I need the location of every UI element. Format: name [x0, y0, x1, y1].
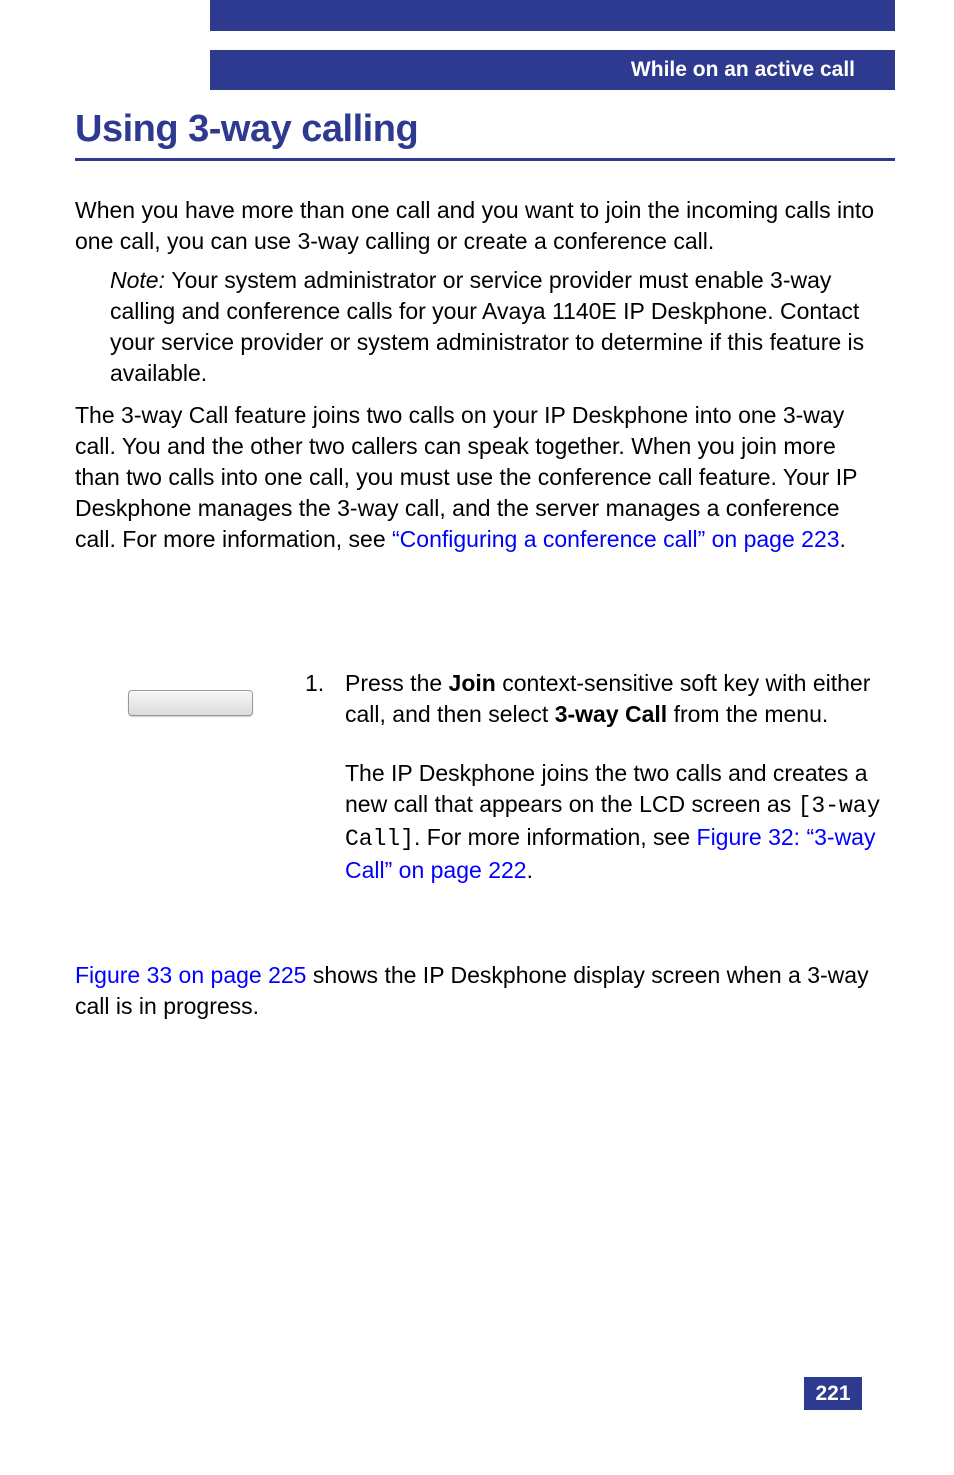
step1-line1: Press the Join context-sensitive soft ke… [345, 668, 895, 730]
intro-paragraph: When you have more than one call and you… [75, 195, 885, 257]
step1-post: from the menu. [667, 701, 828, 727]
step1b-post: . [527, 857, 533, 883]
note-body: Your system administrator or service pro… [110, 267, 864, 386]
page-heading: Using 3-way calling [75, 108, 895, 157]
step-body: Press the Join context-sensitive soft ke… [345, 668, 895, 914]
feature-paragraph: The 3-way Call feature joins two calls o… [75, 400, 885, 555]
closing-paragraph: Figure 33 on page 225 shows the IP Deskp… [75, 960, 885, 1022]
configuring-conference-link[interactable]: “Configuring a conference call” on page … [392, 526, 840, 552]
step1-softkey-label: Join [449, 670, 496, 696]
figure33-link[interactable]: Figure 33 on page 225 [75, 962, 306, 988]
step1b-pre: The IP Deskphone joins the two calls and… [345, 760, 868, 817]
page-number-text: 221 [815, 1382, 850, 1406]
header-section-label: While on an active call [210, 50, 895, 90]
heading-underline [75, 158, 895, 161]
step1-line2: The IP Deskphone joins the two calls and… [345, 758, 895, 886]
step1-menu-option: 3-way Call [555, 701, 668, 727]
header-top-bar [210, 0, 895, 31]
join-softkey-button[interactable] [128, 690, 253, 716]
step-text-column: 1. Press the Join context-sensitive soft… [305, 668, 895, 914]
note-prefix: Note: [110, 267, 171, 293]
step-number: 1. [305, 668, 345, 914]
softkey-column [75, 668, 305, 716]
procedure-step-1: 1. Press the Join context-sensitive soft… [75, 668, 895, 914]
feature-body-post: . [840, 526, 846, 552]
step1b-mid: . For more information, see [414, 824, 697, 850]
note-paragraph: Note: Your system administrator or servi… [110, 265, 880, 389]
header-gap [210, 31, 895, 50]
header-section-text: While on an active call [631, 58, 855, 82]
page-number-badge: 221 [804, 1377, 862, 1410]
step1-pre: Press the [345, 670, 449, 696]
